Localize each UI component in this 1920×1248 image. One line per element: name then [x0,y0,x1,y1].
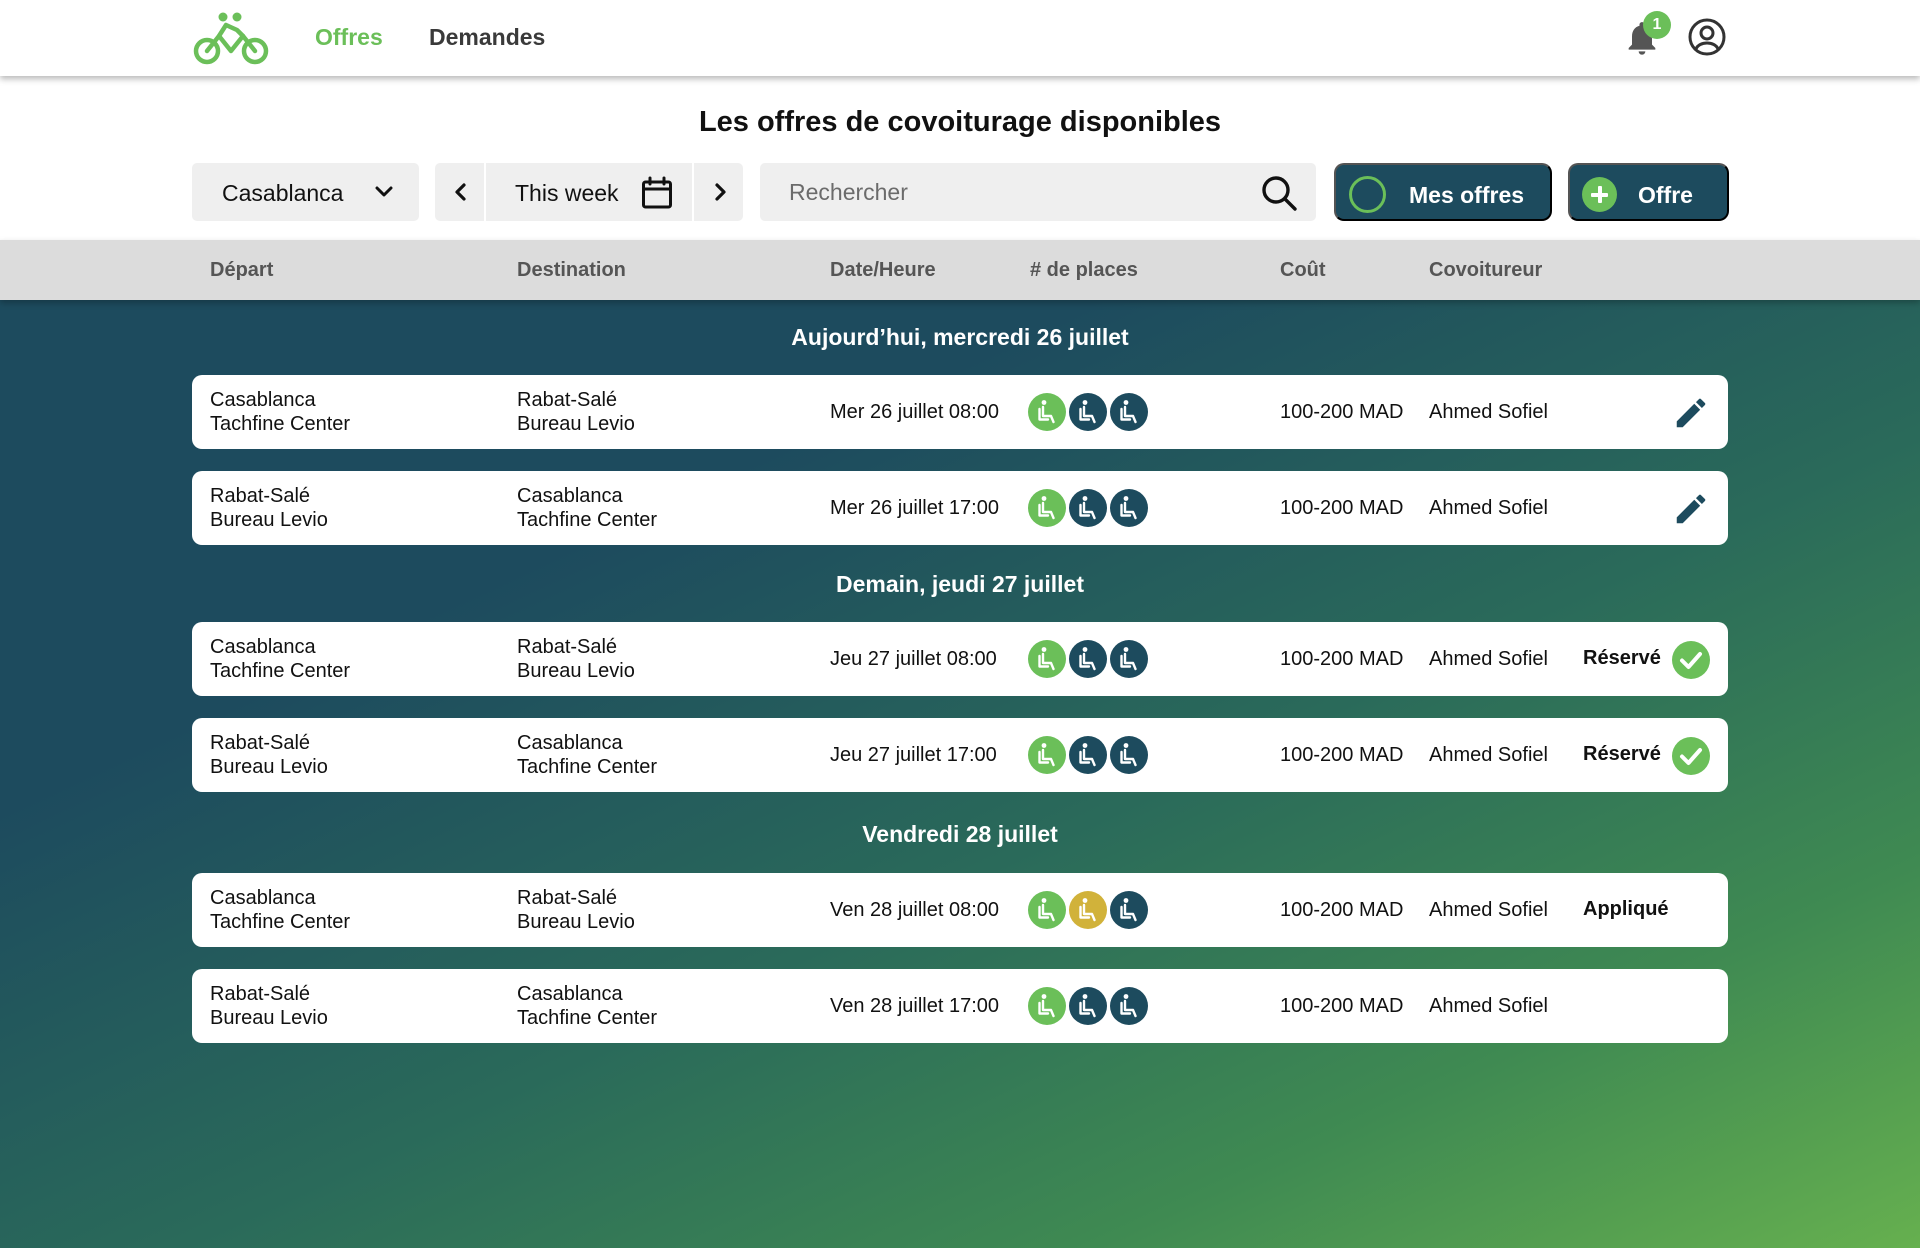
departure-cell: Rabat-Salé Bureau Levio [210,983,328,1029]
cost-cell: 100-200 MAD [1280,497,1404,519]
date-cell: Mer 26 juillet 08:00 [830,401,999,423]
seat-taken-icon [1069,987,1107,1025]
table-row[interactable]: Rabat-Salé Bureau Levio Casablanca Tachfin… [192,471,1728,545]
edit-pencil-icon[interactable] [1672,394,1710,432]
seat-taken-icon [1069,736,1107,774]
cost-cell: 100-200 MAD [1280,401,1404,423]
destination-cell: Casablanca Tachfine Center [517,983,658,1029]
column-date[interactable]: Date/Heure [830,259,936,282]
seat-free-icon [1028,393,1066,431]
destination-cell: Rabat-Salé Bureau Levio [517,389,635,435]
check-circle-icon[interactable] [1672,737,1710,775]
date-cell: Ven 28 juillet 17:00 [830,995,1000,1017]
notification-badge: 1 [1643,11,1671,39]
group-title: Demain, jeudi 27 juillet [836,571,1084,597]
plus-icon [1582,177,1617,212]
previous-week-button[interactable] [435,163,486,221]
nav-offres[interactable]: Offres [315,24,383,51]
destination-cell: Casablanca Tachfine Center [517,485,658,531]
seat-taken-icon [1110,736,1148,774]
column-covoitureur[interactable]: Covoitureur [1429,259,1542,282]
add-offre-button[interactable]: Offre [1568,163,1729,221]
search-input[interactable] [760,163,1240,221]
bike-pair-icon[interactable] [193,10,269,66]
circle-icon [1349,176,1386,213]
edit-pencil-icon[interactable] [1672,490,1710,528]
chevron-left-icon [455,183,466,201]
search-box [760,163,1316,221]
next-week-button[interactable] [692,163,743,221]
seat-taken-icon [1110,891,1148,929]
date-cell: Jeu 27 juillet 08:00 [830,648,997,670]
driver-cell: Ahmed Sofiel [1429,744,1548,766]
city-select[interactable]: Casablanca [192,163,419,221]
driver-cell: Ahmed Sofiel [1429,995,1548,1017]
destination-cell: Rabat-Salé Bureau Levio [517,636,635,682]
seat-taken-icon [1069,489,1107,527]
search-icon[interactable] [1260,174,1298,212]
column-depart[interactable]: Départ [210,259,273,282]
top-navigation: Offres Demandes 1 [0,0,1920,76]
status-label: Réservé [1583,647,1661,669]
week-picker: This week [435,163,743,221]
date-cell: Ven 28 juillet 08:00 [830,899,1000,921]
status-label: Réservé [1583,743,1661,765]
city-select-value: Casablanca [222,180,344,206]
destination-cell: Rabat-Salé Bureau Levio [517,887,635,933]
calendar-icon[interactable] [641,176,673,210]
status-label: Appliqué [1583,898,1669,920]
cost-cell: 100-200 MAD [1280,995,1404,1017]
driver-cell: Ahmed Sofiel [1429,497,1548,519]
page-title: Les offres de covoiturage disponibles [698,106,1222,138]
table-row[interactable]: Casablanca Tachfine Center Rabat-Salé Bure… [192,873,1728,947]
check-circle-icon[interactable] [1672,641,1710,679]
departure-cell: Rabat-Salé Bureau Levio [210,485,328,531]
seat-taken-icon [1069,640,1107,678]
column-destination[interactable]: Destination [517,259,626,282]
chevron-down-icon [375,186,393,197]
group-title: Aujourd’hui, mercredi 26 juillet [791,324,1129,350]
column-cout[interactable]: Coût [1280,259,1326,282]
table-row[interactable]: Casablanca Tachfine Center Rabat-Salé Bure… [192,375,1728,449]
cost-cell: 100-200 MAD [1280,744,1404,766]
table-row[interactable]: Rabat-Salé Bureau Levio Casablanca Tachfin… [192,718,1728,792]
cost-cell: 100-200 MAD [1280,648,1404,670]
table-row[interactable]: Rabat-Salé Bureau Levio Casablanca Tachfin… [192,969,1728,1043]
driver-cell: Ahmed Sofiel [1429,401,1548,423]
date-cell: Jeu 27 juillet 17:00 [830,744,997,766]
seat-taken-icon [1110,987,1148,1025]
group-title: Vendredi 28 juillet [862,821,1058,847]
mes-offres-button[interactable]: Mes offres [1334,163,1552,221]
seat-free-icon [1028,489,1066,527]
table-header: Départ Destination Date/Heure # de place… [0,240,1920,300]
seat-pending-icon [1069,891,1107,929]
nav-demandes[interactable]: Demandes [429,24,545,51]
add-offre-label: Offre [1638,182,1693,208]
seat-taken-icon [1069,393,1107,431]
destination-cell: Casablanca Tachfine Center [517,732,658,778]
seat-taken-icon [1110,393,1148,431]
seat-free-icon [1028,736,1066,774]
driver-cell: Ahmed Sofiel [1429,648,1548,670]
departure-cell: Casablanca Tachfine Center [210,887,351,933]
date-cell: Mer 26 juillet 17:00 [830,497,999,519]
seat-free-icon [1028,987,1066,1025]
departure-cell: Casablanca Tachfine Center [210,636,351,682]
seat-free-icon [1028,891,1066,929]
week-label: This week [515,180,619,206]
seat-taken-icon [1110,640,1148,678]
table-row[interactable]: Casablanca Tachfine Center Rabat-Salé Bure… [192,622,1728,696]
mes-offres-label: Mes offres [1409,182,1525,208]
chevron-right-icon [715,183,726,201]
seat-free-icon [1028,640,1066,678]
cost-cell: 100-200 MAD [1280,899,1404,921]
departure-cell: Casablanca Tachfine Center [210,389,351,435]
driver-cell: Ahmed Sofiel [1429,899,1548,921]
departure-cell: Rabat-Salé Bureau Levio [210,732,328,778]
seat-taken-icon [1110,489,1148,527]
column-places[interactable]: # de places [1030,259,1138,282]
account-circle-icon[interactable] [1687,17,1727,57]
